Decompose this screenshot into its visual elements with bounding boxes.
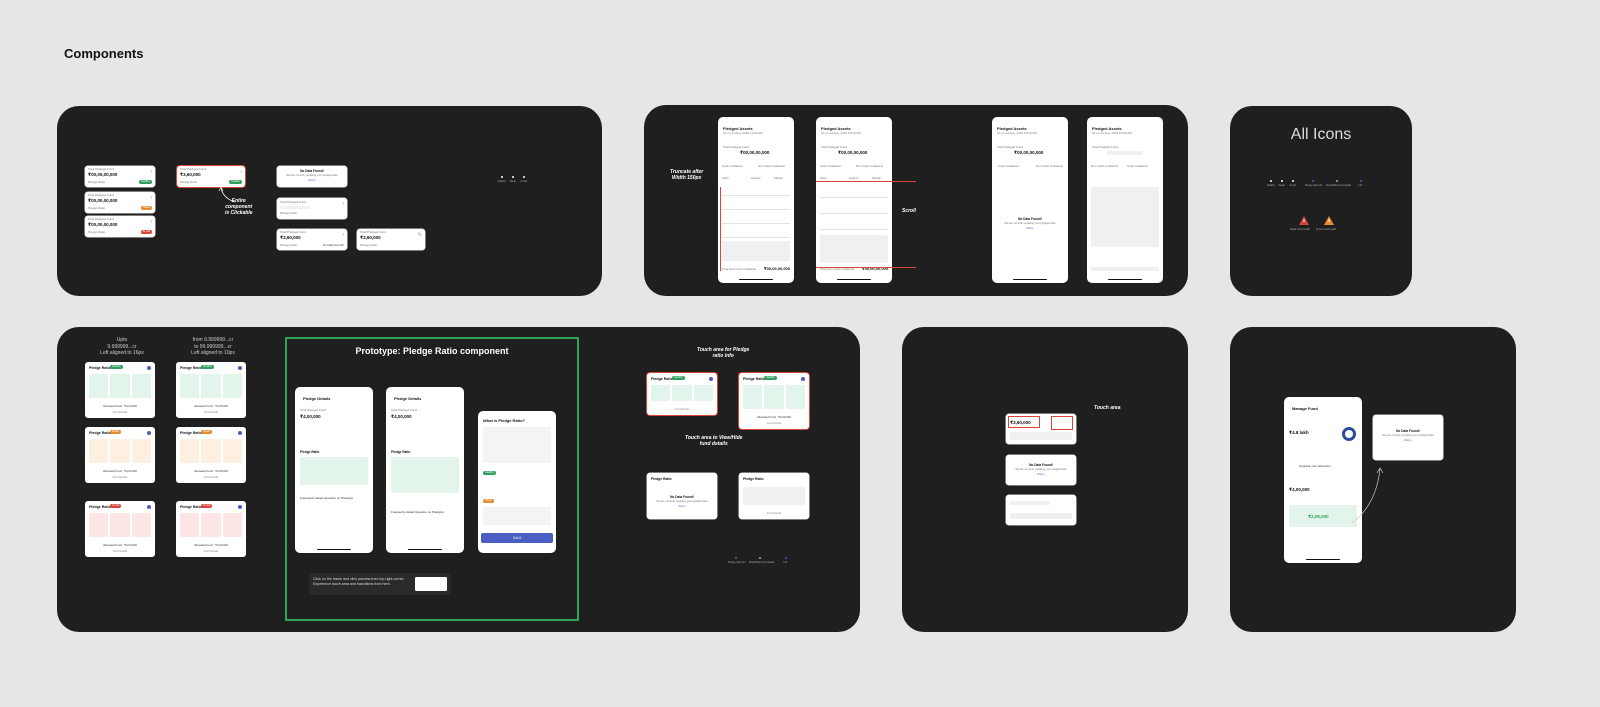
- warning-weak-icon: [1299, 216, 1309, 225]
- board-fund-cards: ₹3,60,000 Touch area No Data Found! We a…: [902, 327, 1188, 632]
- ratio-card-touch-collapsed[interactable]: Pledge Ratio Healthy Fund Details: [647, 373, 717, 415]
- status-badge: At risk: [140, 230, 152, 234]
- phone-pledged-assets-loading: Pledged Assets As on 14 Aug, 2024 10:00 …: [1087, 117, 1163, 283]
- info-icon: [1360, 180, 1362, 182]
- pledge-card-partial[interactable]: Total Pledged Fund ₹3,60,000 Pledge Rati…: [277, 229, 347, 250]
- donut-chart: [1342, 427, 1356, 441]
- chevron-right-icon: ›: [342, 201, 344, 207]
- sheet-what-is-pledge-ratio: What is Pledge Ratio? Healthy Weak Got I…: [478, 411, 556, 553]
- at-risk-icon: [523, 176, 525, 178]
- healthy-icon: [501, 176, 503, 178]
- phone-pledge-details-1: Pledge Details Total Pledged Fund ₹4,00,…: [295, 387, 373, 553]
- prototype-hint: Click on the frame and click preview fro…: [309, 573, 451, 595]
- prototype-frame[interactable]: Prototype: Pledge Ratio component Pledge…: [285, 337, 579, 621]
- at-risk-icon: [1292, 180, 1294, 182]
- info-icon[interactable]: [147, 431, 151, 435]
- annotation-touch-fund: Touch area to View/Hide fund details: [685, 435, 743, 447]
- ratio-card-healthy[interactable]: Pledge Ratio Healthy Allocated Fund : ₹4…: [85, 362, 155, 418]
- phone-pledged-assets-1: Pledged Assets As on 14 Aug, 2024 10:00 …: [718, 117, 794, 283]
- page-title: Components: [64, 46, 144, 61]
- got-it-button[interactable]: Got It: [481, 533, 553, 543]
- weak-icon: [1281, 180, 1283, 182]
- board-pledged-assets: Pledged Assets As on 14 Aug, 2024 10:00 …: [644, 105, 1188, 296]
- info-icon[interactable]: [147, 505, 151, 509]
- ratio-card-at-risk[interactable]: Pledge Ratio At risk Allocated Fund : ₹4…: [85, 501, 155, 557]
- retry-button[interactable]: Retry: [277, 178, 347, 183]
- warning-at-risk-icon: [1324, 216, 1334, 225]
- status-badge: Healthy: [229, 180, 242, 184]
- ratio-card-healthy-wide[interactable]: Pledge Ratio Healthy Allocated Fund : ₹4…: [176, 362, 246, 418]
- fund-details-toggle[interactable]: Fund Details: [85, 411, 155, 414]
- annotation-touch-ratio: Touch area for Pledge ratio info: [697, 347, 750, 359]
- manage-fund-empty: No Data Found! We are currently updating…: [1373, 415, 1443, 460]
- fund-card-touch[interactable]: ₹3,60,000: [1006, 414, 1076, 444]
- annotation-truncate: Truncate after Width 150px: [670, 169, 704, 181]
- info-icon[interactable]: [147, 366, 151, 370]
- board-pledge-ratio: Upto 9.999999...cr Left aligned to 16px …: [57, 327, 860, 632]
- loading-card: Total Pledged Fund Pledge Ratio ›: [277, 198, 347, 219]
- chevron-right-icon: ›: [240, 169, 242, 175]
- prototype-title: Prototype: Pledge Ratio component: [355, 346, 509, 356]
- pledge-card-weak[interactable]: Total Pledged Fund ₹00,00,00,000 Pledge …: [85, 192, 155, 213]
- annotation-clickable: Entire component is Clickable: [225, 198, 253, 216]
- board-all-icons: All Icons Healthy Weak At risk Pledge ra…: [1230, 106, 1412, 296]
- annotation-arrow: [1351, 467, 1384, 524]
- phone-pledge-details-2: Pledge Details Total Pledged Fund ₹4,00,…: [386, 387, 464, 553]
- chevron-right-icon: ›: [150, 169, 152, 175]
- chevron-right-icon: ›: [150, 219, 152, 225]
- pledge-ratio-info-icon: [1312, 180, 1314, 182]
- refresh-icon[interactable]: ↻: [418, 232, 422, 238]
- ratio-card-weak[interactable]: Pledge Ratio Weak Allocated Fund : ₹4,00…: [85, 427, 155, 483]
- empty-state-card: No Data Found! We are currently updating…: [277, 166, 347, 187]
- tab-non-cash-collateral[interactable]: Non Cash Collateral: [758, 164, 785, 169]
- show-hide-icon: [1336, 180, 1338, 182]
- all-icons-title: All Icons: [1290, 126, 1352, 143]
- info-icon: [785, 557, 787, 559]
- show-hide-icon: [759, 557, 761, 559]
- board-manage-fund: Manage Fund ₹4.8 lakh Upgrade your alloc…: [1230, 327, 1516, 632]
- ratio-card-empty: Pledge Ratio No Data Found! We are curre…: [647, 473, 717, 519]
- tab-cash-collateral[interactable]: Cash Collateral: [722, 164, 743, 169]
- fund-card-loading: [1006, 495, 1076, 525]
- healthy-icon: [1270, 180, 1272, 182]
- ratio-card-at-risk-wide[interactable]: Pledge Ratio At risk Allocated Fund : ₹4…: [176, 501, 246, 557]
- chevron-right-icon: ›: [342, 232, 344, 238]
- ratio-card-weak-wide[interactable]: Pledge Ratio Weak Allocated Fund : ₹4,00…: [176, 427, 246, 483]
- faq-link[interactable]: Frequently Asked Question on Pledging: [300, 496, 353, 501]
- annotation-scroll: Scroll: [902, 208, 916, 214]
- heading-left-16: Upto 9.999999...cr Left aligned to 16px: [100, 337, 144, 356]
- pledge-ratio-info-icon: [735, 557, 737, 559]
- fund-card-empty: No Data Found! We are currently updating…: [1006, 455, 1076, 485]
- annotation-touch-area: Touch area: [1094, 405, 1121, 411]
- ratio-card-loading: Pledge Ratio Fund Details: [739, 473, 809, 519]
- phone-pledged-assets-2: Pledged Assets As on 14 Aug, 2024 10:00 …: [816, 117, 892, 283]
- ratio-card-touch-expanded[interactable]: Pledge Ratio Healthy Allocated Fund : ₹4…: [739, 373, 809, 429]
- pledge-card-healthy[interactable]: Total Pledged Fund ₹00,00,00,000 Pledge …: [85, 166, 155, 187]
- pledge-card-loading-ratio[interactable]: Total Pledged Fund ₹3,60,000 Pledge Rati…: [357, 229, 425, 250]
- heading-left-10: from 9.999999...cr to 99.999999...cr Lef…: [191, 337, 235, 356]
- status-badge: Weak: [141, 206, 152, 210]
- weak-icon: [512, 176, 514, 178]
- phone-pledged-assets-empty-1: Pledged Assets As on 14 Aug, 2024 10:00 …: [992, 117, 1068, 283]
- pledge-card-clickable[interactable]: Total Pledged Fund ₹3,60,000 Pledge Rati…: [177, 166, 245, 187]
- pledge-card-at-risk[interactable]: Total Pledged Fund ₹00,00,00,000 Pledge …: [85, 216, 155, 237]
- status-badge: Healthy: [139, 180, 152, 184]
- chevron-right-icon: ›: [150, 195, 152, 201]
- board-pledge-card-states: Total Pledged Fund ₹00,00,00,000 Pledge …: [57, 106, 602, 296]
- retry-button[interactable]: Retry: [992, 226, 1068, 231]
